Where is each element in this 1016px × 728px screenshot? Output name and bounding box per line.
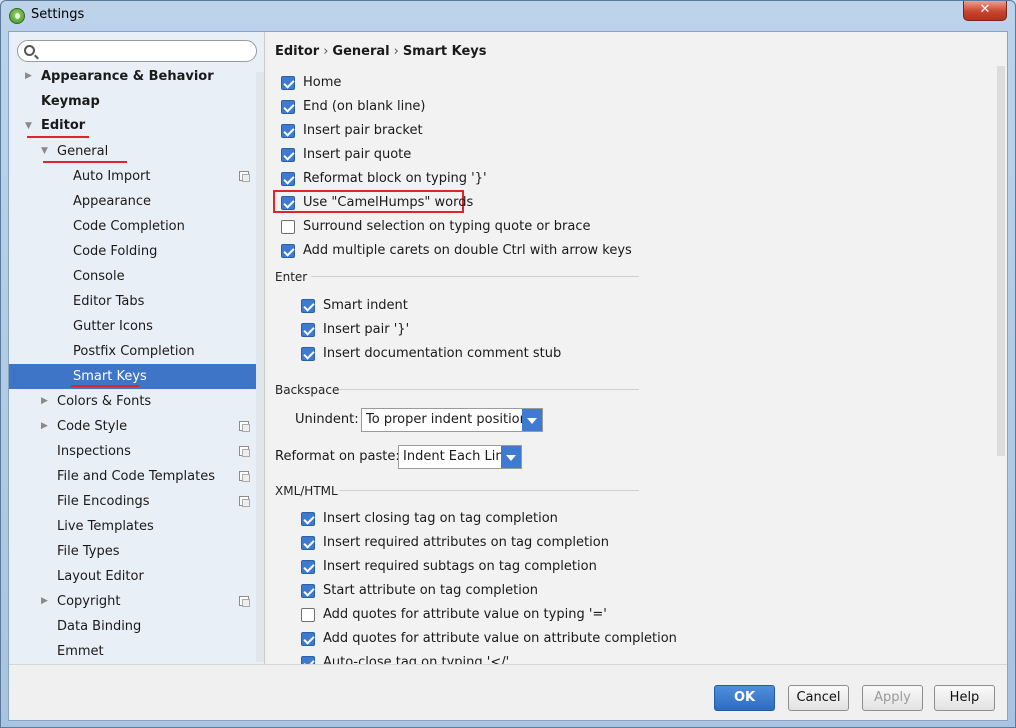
close-button[interactable]: ✕ bbox=[963, 1, 1007, 21]
search-box[interactable] bbox=[17, 40, 257, 62]
checkbox-checked[interactable] bbox=[281, 244, 295, 258]
chevron-down-icon[interactable] bbox=[501, 446, 521, 468]
tree-item-file-encodings[interactable]: File Encodings bbox=[9, 489, 257, 514]
search-input[interactable] bbox=[40, 43, 250, 59]
tree-item-editor-tabs[interactable]: Editor Tabs bbox=[9, 289, 257, 314]
dialog-body: ▶ Appearance & Behavior Keymap ▼ Editor … bbox=[8, 31, 1008, 721]
tree-item-code-folding[interactable]: Code Folding bbox=[9, 239, 257, 264]
annotation-underline bbox=[43, 161, 127, 163]
section-backspace: Backspace bbox=[275, 383, 340, 397]
tree-item-gutter-icons[interactable]: Gutter Icons bbox=[9, 314, 257, 339]
tree-item-copyright[interactable]: ▶ Copyright bbox=[9, 589, 257, 614]
reformat-paste-label: Reformat on paste: bbox=[275, 449, 400, 464]
checkbox-checked[interactable] bbox=[281, 148, 295, 162]
project-scope-icon bbox=[239, 421, 250, 432]
checkbox-checked[interactable] bbox=[281, 124, 295, 138]
android-studio-icon bbox=[9, 8, 25, 24]
checkbox-checked[interactable] bbox=[281, 100, 295, 114]
sidebar-scrollbar[interactable] bbox=[256, 72, 264, 662]
expand-arrow-icon[interactable]: ▶ bbox=[41, 389, 48, 414]
window-title: Settings bbox=[31, 7, 85, 22]
ok-button[interactable]: OK bbox=[714, 685, 775, 711]
settings-sidebar: ▶ Appearance & Behavior Keymap ▼ Editor … bbox=[9, 32, 265, 664]
expand-arrow-icon[interactable]: ▶ bbox=[41, 589, 48, 614]
checkbox-checked[interactable] bbox=[281, 196, 295, 210]
checkbox-checked[interactable] bbox=[301, 347, 315, 361]
section-divider bbox=[339, 490, 639, 491]
tree-item-postfix-completion[interactable]: Postfix Completion bbox=[9, 339, 257, 364]
project-scope-icon bbox=[239, 446, 250, 457]
tree-item-data-binding[interactable]: Data Binding bbox=[9, 614, 257, 639]
project-scope-icon bbox=[239, 596, 250, 607]
tree-item-code-completion[interactable]: Code Completion bbox=[9, 214, 257, 239]
unindent-label: Unindent: bbox=[295, 412, 359, 427]
checkbox-checked[interactable] bbox=[301, 299, 315, 313]
tree-item-colors-fonts[interactable]: ▶ Colors & Fonts bbox=[9, 389, 257, 414]
project-scope-icon bbox=[239, 171, 250, 182]
project-scope-icon bbox=[239, 471, 250, 482]
section-divider bbox=[311, 276, 639, 277]
smart-keys-panel: Editor › General › Smart Keys Home End (on b… bbox=[267, 32, 1007, 664]
checkbox-checked[interactable] bbox=[301, 536, 315, 550]
content-scrollbar[interactable] bbox=[997, 66, 1005, 456]
tree-item-emmet[interactable]: Emmet bbox=[9, 639, 257, 664]
checkbox-checked[interactable] bbox=[281, 76, 295, 90]
tree-item-auto-import[interactable]: Auto Import bbox=[9, 164, 257, 189]
checkbox-checked[interactable] bbox=[301, 656, 315, 664]
tree-item-code-style[interactable]: ▶ Code Style bbox=[9, 414, 257, 439]
checkbox-checked[interactable] bbox=[301, 560, 315, 574]
annotation-underline bbox=[27, 136, 89, 138]
checkbox-unchecked[interactable] bbox=[301, 608, 315, 622]
dialog-button-bar: OK Cancel Apply Help bbox=[9, 664, 1007, 720]
tree-item-file-types[interactable]: File Types bbox=[9, 539, 257, 564]
unindent-select[interactable]: To proper indent position bbox=[361, 408, 543, 432]
tree-item-keymap[interactable]: Keymap bbox=[9, 89, 257, 114]
project-scope-icon bbox=[239, 496, 250, 507]
checkbox-checked[interactable] bbox=[301, 512, 315, 526]
section-enter: Enter bbox=[275, 270, 308, 284]
checkbox-checked[interactable] bbox=[301, 323, 315, 337]
tree-item-smart-keys[interactable]: Smart Keys bbox=[9, 364, 257, 389]
checkbox-checked[interactable] bbox=[301, 632, 315, 646]
tree-item-file-code-templates[interactable]: File and Code Templates bbox=[9, 464, 257, 489]
expand-arrow-icon[interactable]: ▶ bbox=[25, 64, 32, 89]
apply-button[interactable]: Apply bbox=[862, 685, 923, 711]
expand-arrow-icon[interactable]: ▶ bbox=[41, 414, 48, 439]
tree-item-appearance-behavior[interactable]: ▶ Appearance & Behavior bbox=[9, 64, 257, 89]
settings-window: Settings ✕ ▶ Appearance & Behavior Keyma… bbox=[0, 0, 1016, 728]
search-icon bbox=[24, 45, 35, 56]
tree-item-general[interactable]: ▼ General bbox=[9, 139, 257, 164]
checkbox-checked[interactable] bbox=[281, 172, 295, 186]
tree-item-layout-editor[interactable]: Layout Editor bbox=[9, 564, 257, 589]
tree-item-inspections[interactable]: Inspections bbox=[9, 439, 257, 464]
chevron-down-icon[interactable] bbox=[522, 409, 542, 431]
tree-item-console[interactable]: Console bbox=[9, 264, 257, 289]
annotation-underline bbox=[71, 385, 139, 387]
cancel-button[interactable]: Cancel bbox=[788, 685, 849, 711]
help-button[interactable]: Help bbox=[934, 685, 995, 711]
section-divider bbox=[339, 389, 639, 390]
tree-item-live-templates[interactable]: Live Templates bbox=[9, 514, 257, 539]
checkbox-checked[interactable] bbox=[301, 584, 315, 598]
breadcrumb: Editor › General › Smart Keys bbox=[275, 44, 487, 59]
checkbox-unchecked[interactable] bbox=[281, 220, 295, 234]
reformat-paste-select[interactable]: Indent Each Line bbox=[398, 445, 522, 469]
title-bar[interactable]: Settings ✕ bbox=[1, 1, 1015, 31]
tree-item-appearance[interactable]: Appearance bbox=[9, 189, 257, 214]
tree-item-editor[interactable]: ▼ Editor bbox=[9, 114, 257, 139]
settings-tree: ▶ Appearance & Behavior Keymap ▼ Editor … bbox=[9, 64, 257, 664]
section-xml-html: XML/HTML bbox=[275, 484, 338, 498]
